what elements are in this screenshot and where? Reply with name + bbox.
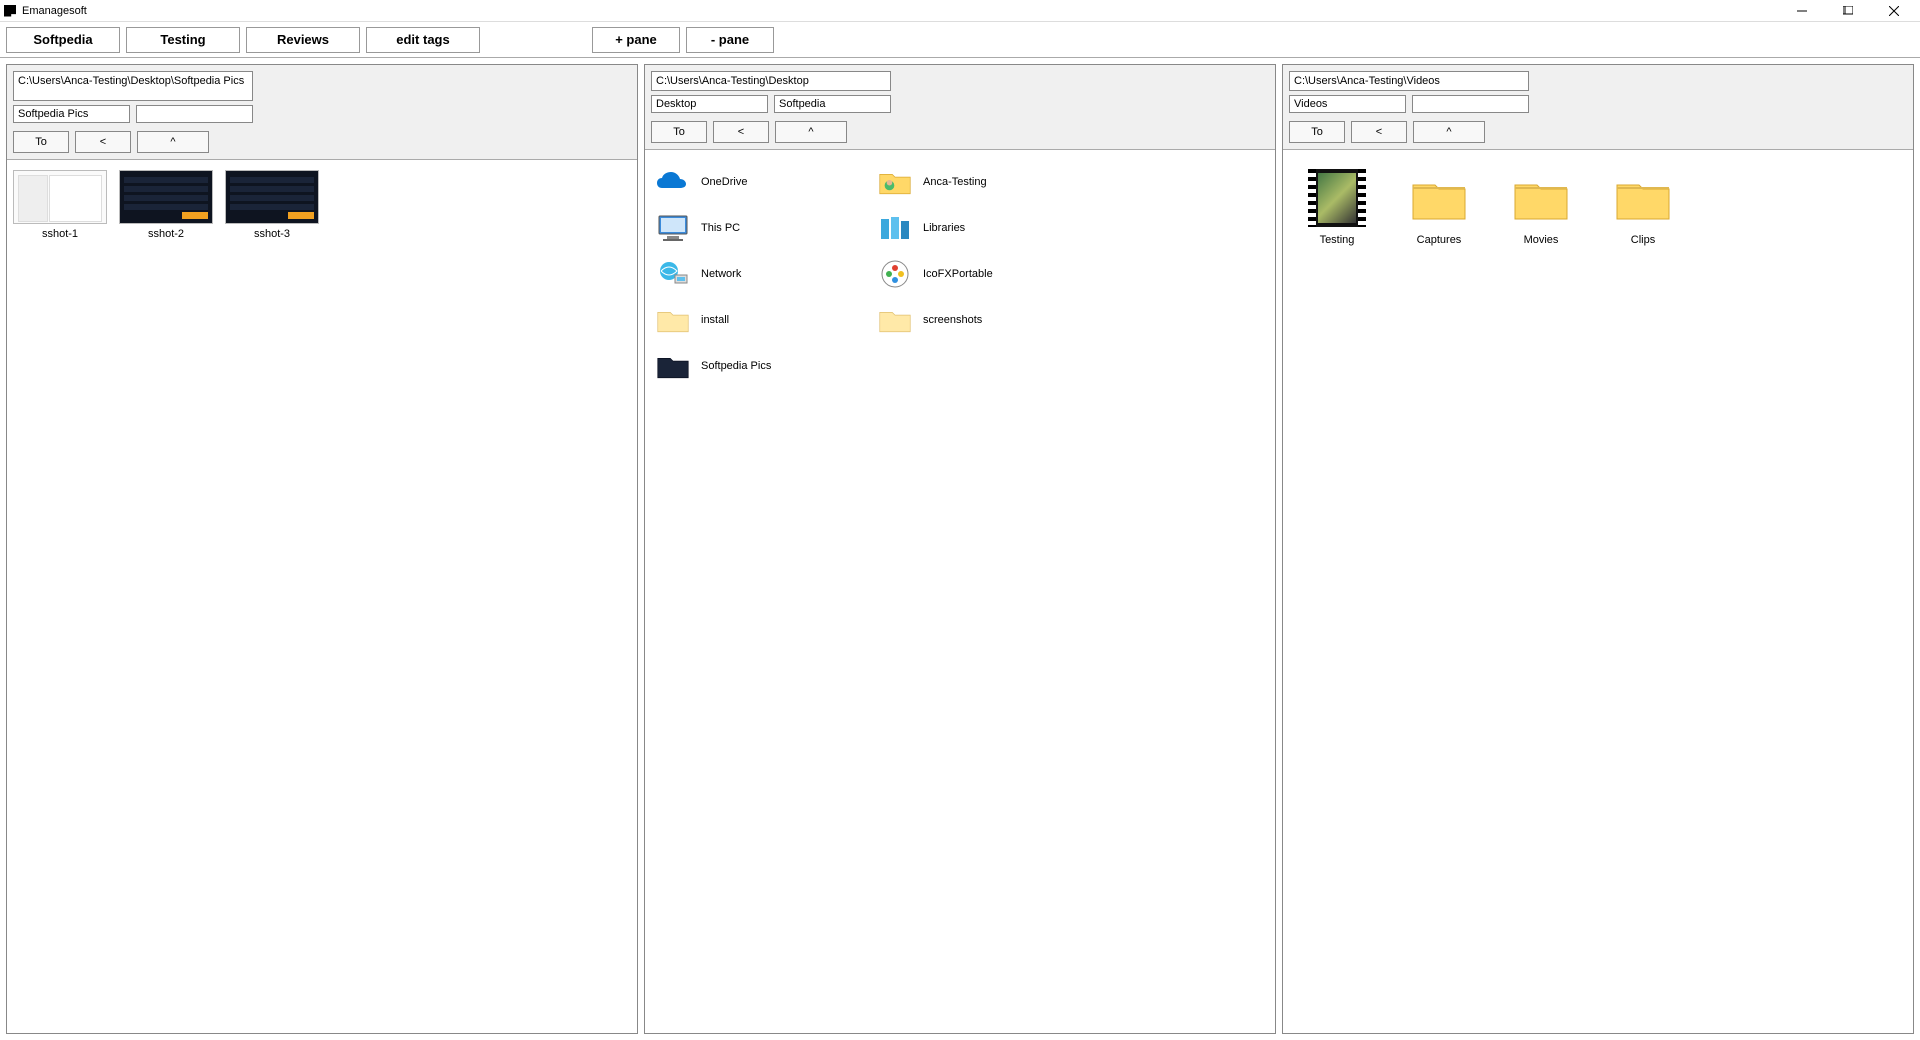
list-item-anca-testing[interactable]: Anca-Testing (873, 160, 1095, 204)
pane-1-field2[interactable] (136, 105, 253, 123)
folder-icon (1611, 166, 1675, 230)
item-label: install (701, 314, 729, 326)
pane-1-path[interactable]: C:\Users\Anca-Testing\Desktop\Softpedia … (13, 71, 253, 101)
pane-2-header: C:\Users\Anca-Testing\Desktop Desktop So… (645, 65, 1275, 150)
file-label: sshot-2 (148, 228, 184, 240)
item-label: OneDrive (701, 176, 747, 188)
onedrive-icon (655, 164, 691, 200)
panes-container: C:\Users\Anca-Testing\Desktop\Softpedia … (0, 58, 1920, 1040)
libraries-icon (877, 210, 913, 246)
folder-dark-icon (655, 348, 691, 384)
screenshot-icon (13, 170, 107, 224)
pane-1-back-button[interactable]: < (75, 131, 131, 153)
pane-3-to-button[interactable]: To (1289, 121, 1345, 143)
pane-1: C:\Users\Anca-Testing\Desktop\Softpedia … (6, 64, 638, 1034)
item-label: Clips (1631, 234, 1655, 246)
file-item[interactable]: sshot-1 (13, 170, 107, 240)
app-title: Emanagesoft (22, 5, 1788, 17)
pane-2-up-button[interactable]: ^ (775, 121, 847, 143)
user-folder-icon (877, 164, 913, 200)
list-item-install[interactable]: install (651, 298, 873, 342)
pane-3-back-button[interactable]: < (1351, 121, 1407, 143)
screenshot-icon (225, 170, 319, 224)
minimize-button[interactable] (1788, 1, 1816, 21)
pane-3-up-button[interactable]: ^ (1413, 121, 1485, 143)
item-label: IcoFXPortable (923, 268, 993, 280)
item-label: Anca-Testing (923, 176, 987, 188)
list-item-icofx[interactable]: IcoFXPortable (873, 252, 1095, 296)
pane-2-path[interactable]: C:\Users\Anca-Testing\Desktop (651, 71, 891, 91)
maximize-button[interactable] (1834, 1, 1862, 21)
pane-3-header: C:\Users\Anca-Testing\Videos Videos To <… (1283, 65, 1913, 150)
item-label: Movies (1524, 234, 1559, 246)
network-icon (655, 256, 691, 292)
item-label: This PC (701, 222, 740, 234)
screenshot-icon (119, 170, 213, 224)
file-label: sshot-3 (254, 228, 290, 240)
pane-1-to-button[interactable]: To (13, 131, 69, 153)
app-icon (4, 5, 16, 17)
pane-2: C:\Users\Anca-Testing\Desktop Desktop So… (644, 64, 1276, 1034)
list-item-onedrive[interactable]: OneDrive (651, 160, 873, 204)
tab-softpedia[interactable]: Softpedia (6, 27, 120, 53)
pane-3-content[interactable]: Testing Captures Movies Clips (1283, 150, 1913, 1033)
titlebar: Emanagesoft (0, 0, 1920, 22)
pane-1-header: C:\Users\Anca-Testing\Desktop\Softpedia … (7, 65, 637, 160)
file-item[interactable]: sshot-2 (119, 170, 213, 240)
folder-item-movies[interactable]: Movies (1505, 166, 1577, 246)
pane-3: C:\Users\Anca-Testing\Videos Videos To <… (1282, 64, 1914, 1034)
pane-1-content[interactable]: sshot-1 sshot-2 sshot-3 (7, 160, 637, 1033)
pane-3-field2[interactable] (1412, 95, 1529, 113)
file-item[interactable]: sshot-3 (225, 170, 319, 240)
pane-2-field1[interactable]: Desktop (651, 95, 768, 113)
tab-reviews[interactable]: Reviews (246, 27, 360, 53)
folder-item-clips[interactable]: Clips (1607, 166, 1679, 246)
pane-2-field2[interactable]: Softpedia (774, 95, 891, 113)
toolbar: Softpedia Testing Reviews edit tags + pa… (0, 22, 1920, 58)
item-label: Captures (1417, 234, 1462, 246)
pane-3-path[interactable]: C:\Users\Anca-Testing\Videos (1289, 71, 1529, 91)
pane-2-back-button[interactable]: < (713, 121, 769, 143)
folder-item-testing[interactable]: Testing (1301, 166, 1373, 246)
folder-icon (1509, 166, 1573, 230)
list-item-network[interactable]: Network (651, 252, 873, 296)
file-label: sshot-1 (42, 228, 78, 240)
list-item-libraries[interactable]: Libraries (873, 206, 1095, 250)
movie-icon (1305, 166, 1369, 230)
tab-edit-tags[interactable]: edit tags (366, 27, 480, 53)
list-item-thispc[interactable]: This PC (651, 206, 873, 250)
list-item-screenshots[interactable]: screenshots (873, 298, 1095, 342)
pane-2-content[interactable]: OneDrive Anca-Testing This PC Libraries (645, 150, 1275, 1033)
add-pane-button[interactable]: + pane (592, 27, 680, 53)
folder-icon (1407, 166, 1471, 230)
remove-pane-button[interactable]: - pane (686, 27, 774, 53)
pane-3-field1[interactable]: Videos (1289, 95, 1406, 113)
pane-1-up-button[interactable]: ^ (137, 131, 209, 153)
close-button[interactable] (1880, 1, 1908, 21)
folder-icon (877, 302, 913, 338)
item-label: Testing (1320, 234, 1355, 246)
icofx-icon (877, 256, 913, 292)
pane-2-to-button[interactable]: To (651, 121, 707, 143)
tab-testing[interactable]: Testing (126, 27, 240, 53)
item-label: screenshots (923, 314, 982, 326)
pane-1-field1[interactable]: Softpedia Pics (13, 105, 130, 123)
item-label: Network (701, 268, 741, 280)
thispc-icon (655, 210, 691, 246)
folder-item-captures[interactable]: Captures (1403, 166, 1475, 246)
item-label: Softpedia Pics (701, 360, 771, 372)
list-item-softpedia-pics[interactable]: Softpedia Pics (651, 344, 873, 388)
folder-icon (655, 302, 691, 338)
item-label: Libraries (923, 222, 965, 234)
